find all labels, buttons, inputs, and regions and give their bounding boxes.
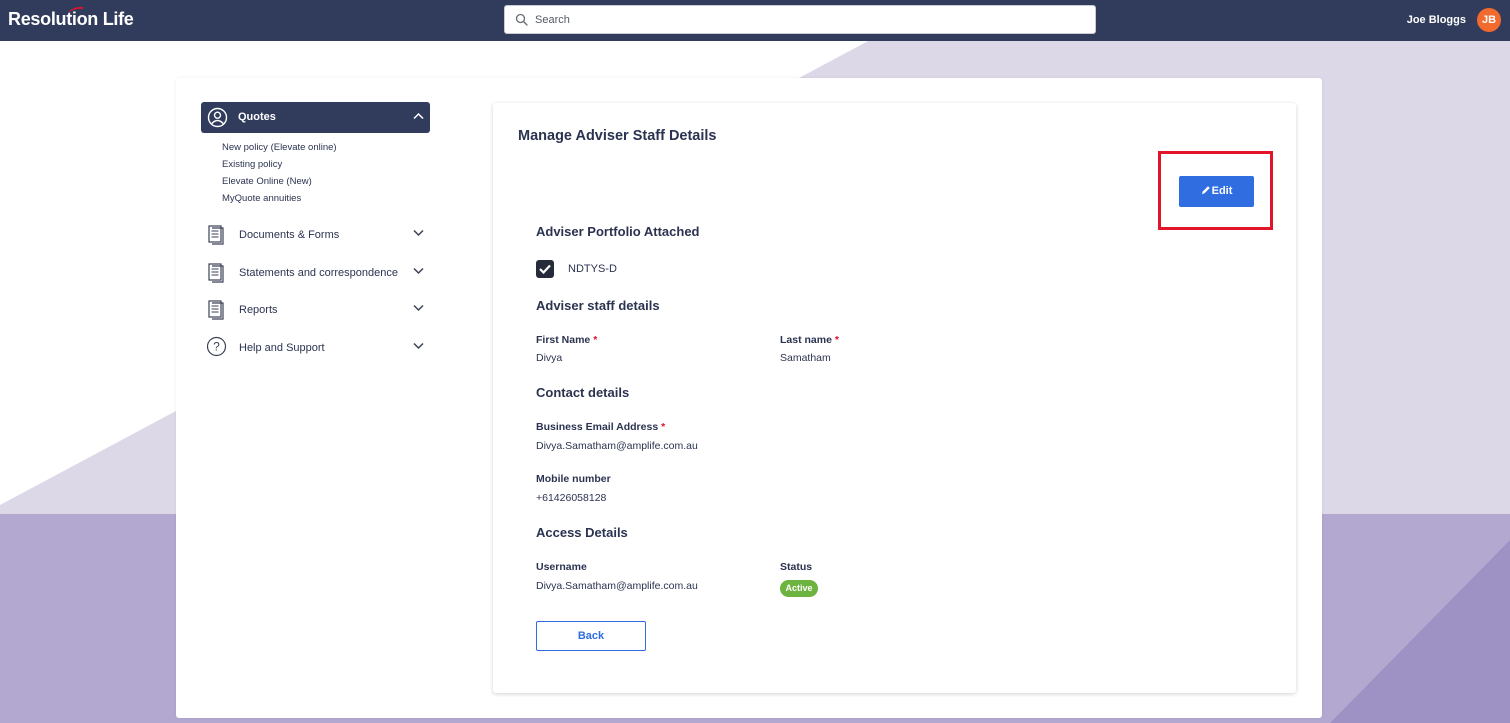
- required-marker: *: [834, 334, 839, 346]
- sidebar-item-help-support[interactable]: ? Help and Support: [201, 336, 430, 360]
- svg-text:?: ?: [213, 340, 220, 354]
- first-name-value: Divya: [536, 352, 563, 364]
- first-name-label: First Name *: [536, 334, 598, 346]
- help-circle-icon: ?: [206, 336, 227, 357]
- portfolio-checkbox[interactable]: [536, 260, 554, 278]
- mobile-label: Mobile number: [536, 473, 611, 485]
- search-icon: [515, 13, 528, 26]
- chevron-down-icon[interactable]: [413, 342, 424, 350]
- sidebar-item-statements-correspondence[interactable]: Statements and correspondence: [201, 261, 430, 285]
- required-marker: *: [661, 421, 666, 433]
- portfolio-checkbox-label: NDTYS-D: [568, 263, 617, 275]
- portfolio-heading: Adviser Portfolio Attached: [536, 224, 700, 239]
- document-icon: [208, 300, 224, 320]
- chevron-up-icon[interactable]: [413, 112, 424, 120]
- logo-swoosh-icon: [69, 6, 83, 12]
- sidebar-subitem-elevate-online-new[interactable]: Elevate Online (New): [222, 176, 312, 187]
- pencil-icon: [1201, 186, 1210, 195]
- contact-details-heading: Contact details: [536, 385, 630, 400]
- page-title: Manage Adviser Staff Details: [518, 128, 717, 144]
- document-icon: [208, 263, 224, 283]
- chevron-down-icon[interactable]: [413, 304, 424, 312]
- user-avatar[interactable]: JB: [1477, 8, 1501, 32]
- sidebar-subitem-existing-policy[interactable]: Existing policy: [222, 159, 282, 170]
- sidebar-subitem-myquote-annuities[interactable]: MyQuote annuities: [222, 193, 301, 204]
- last-name-label: Last name *: [780, 334, 839, 346]
- sidebar-item-documents-forms[interactable]: Documents & Forms: [201, 223, 430, 247]
- sidebar-item-quotes[interactable]: Quotes: [201, 102, 430, 133]
- checkmark-icon: [539, 264, 551, 274]
- email-value: Divya.Samatham@amplife.com.au: [536, 440, 698, 452]
- staff-details-heading: Adviser staff details: [536, 298, 660, 313]
- sidebar-item-label: Reports: [239, 304, 278, 316]
- resolution-life-logo[interactable]: Resolution Life: [8, 9, 134, 30]
- back-button[interactable]: Back: [536, 621, 646, 651]
- edit-button[interactable]: Edit: [1179, 176, 1254, 207]
- status-label: Status: [780, 561, 813, 573]
- sidebar-item-label: Help and Support: [239, 342, 325, 354]
- user-circle-icon: [207, 107, 228, 128]
- sidebar-item-reports[interactable]: Reports: [201, 298, 430, 322]
- access-details-heading: Access Details: [536, 525, 628, 540]
- top-navigation-bar: Resolution Life Joe Bloggs JB: [0, 0, 1510, 41]
- mobile-value: +61426058128: [536, 492, 607, 504]
- edit-button-label: Edit: [1211, 185, 1233, 197]
- username-value: Divya.Samatham@amplife.com.au: [536, 580, 698, 592]
- email-label: Business Email Address *: [536, 421, 666, 433]
- user-name[interactable]: Joe Bloggs: [1407, 14, 1466, 26]
- chevron-down-icon[interactable]: [413, 229, 424, 237]
- sidebar-item-label: Statements and correspondence: [239, 267, 398, 279]
- staff-details-card: Manage Adviser Staff Details Edit Advise…: [493, 103, 1296, 693]
- document-icon: [208, 225, 224, 245]
- last-name-value: Samatham: [780, 352, 831, 364]
- chevron-down-icon[interactable]: [413, 267, 424, 275]
- search-box[interactable]: [504, 5, 1096, 34]
- required-marker: *: [593, 334, 598, 346]
- sidebar-item-label: Quotes: [238, 111, 276, 123]
- sidebar-item-label: Documents & Forms: [239, 229, 340, 241]
- username-label: Username: [536, 561, 587, 573]
- status-badge: Active: [780, 580, 818, 597]
- sidebar-subitem-new-policy[interactable]: New policy (Elevate online): [222, 142, 337, 153]
- search-input[interactable]: [535, 10, 1075, 29]
- page-container: Quotes New policy (Elevate online) Exist…: [176, 78, 1322, 718]
